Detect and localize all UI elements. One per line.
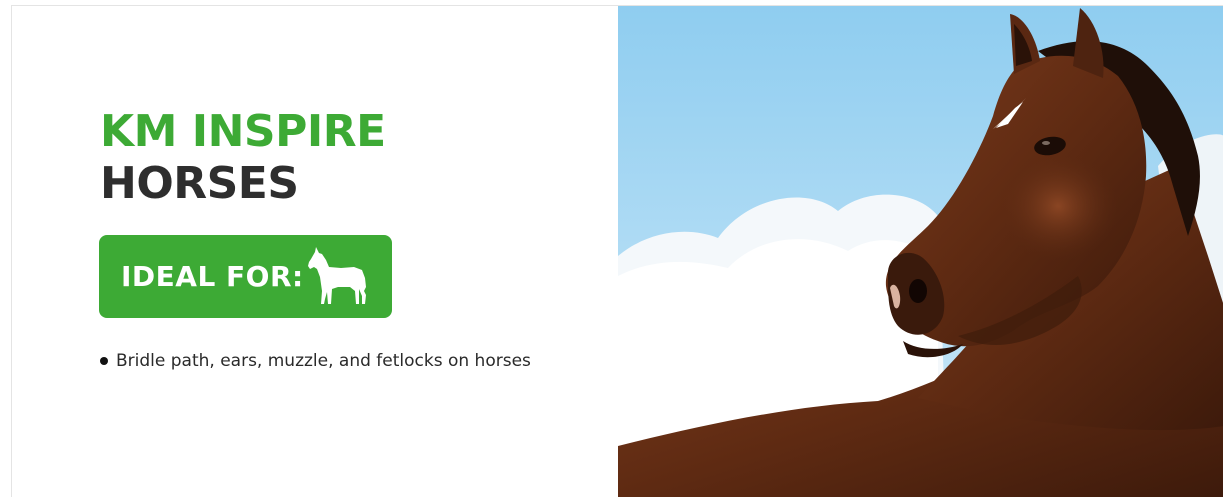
horse-icon [308, 247, 366, 304]
product-banner: KM INSPIRE HORSES IDEAL FOR: Bridle path… [11, 5, 1223, 497]
ideal-for-label: IDEAL FOR: [121, 260, 304, 293]
list-item-text: Bridle path, ears, muzzle, and fetlocks … [116, 351, 531, 371]
bullet-icon [100, 357, 108, 365]
list-item: Bridle path, ears, muzzle, and fetlocks … [100, 351, 531, 371]
page-title: KM INSPIRE HORSES [100, 106, 386, 210]
bay-horse-photo [618, 6, 1223, 497]
text-panel: KM INSPIRE HORSES IDEAL FOR: Bridle path… [12, 6, 618, 497]
title-brand-line: KM INSPIRE [100, 106, 386, 157]
title-category-line: HORSES [100, 158, 299, 209]
ideal-for-badge: IDEAL FOR: [99, 235, 392, 318]
feature-list: Bridle path, ears, muzzle, and fetlocks … [100, 351, 531, 371]
